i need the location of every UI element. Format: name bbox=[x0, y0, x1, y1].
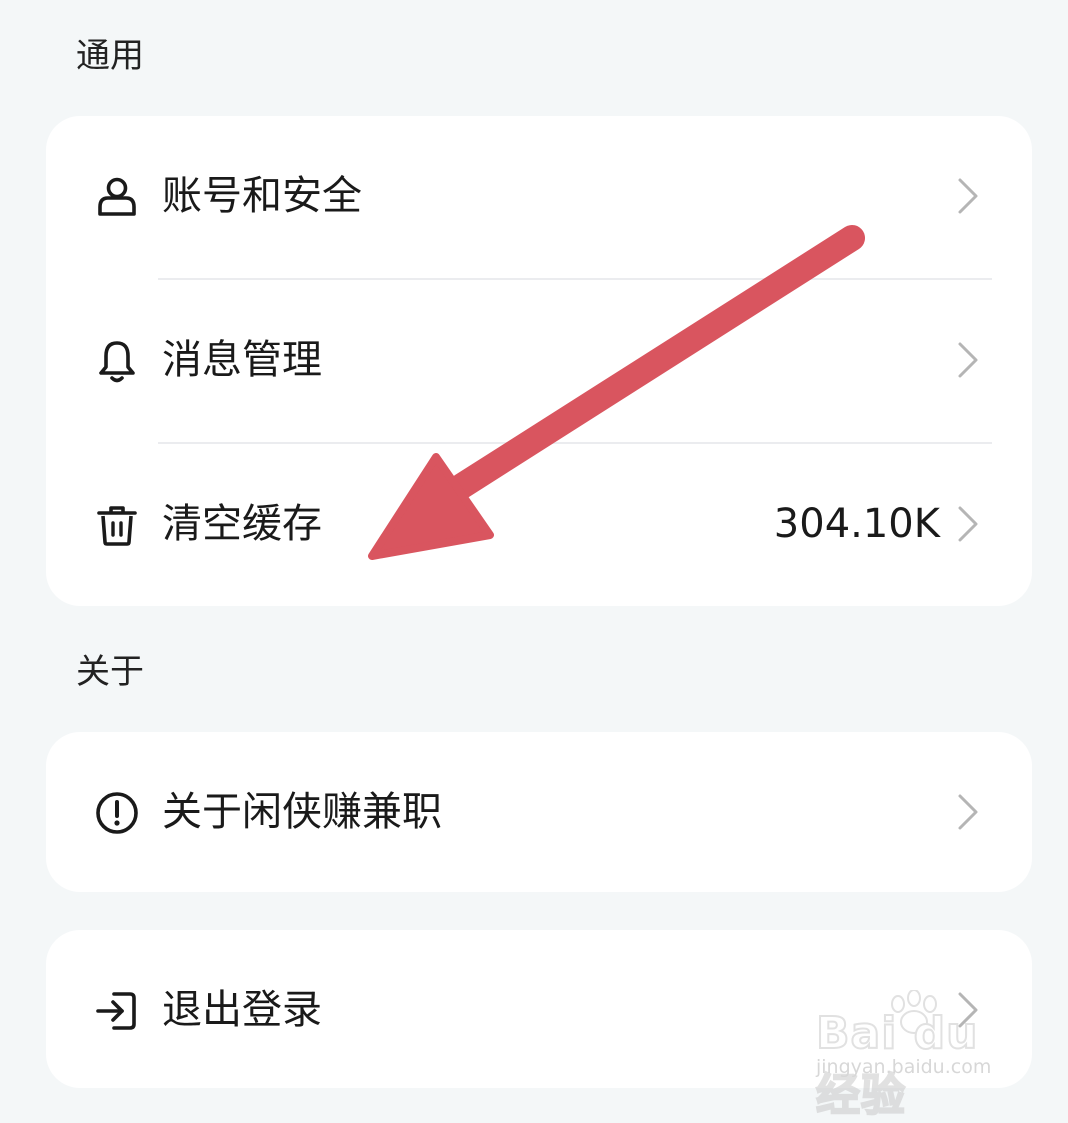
message-management-row[interactable]: 消息管理 bbox=[46, 300, 1032, 420]
info-circle-icon bbox=[94, 790, 140, 836]
user-icon bbox=[94, 174, 140, 220]
clear-cache-row[interactable]: 清空缓存 304.10K bbox=[46, 464, 1032, 584]
section-title-about: 关于 bbox=[76, 652, 144, 692]
trash-icon bbox=[94, 502, 140, 548]
section-title-general: 通用 bbox=[76, 36, 144, 76]
account-security-label: 账号和安全 bbox=[162, 173, 362, 219]
account-security-row[interactable]: 账号和安全 bbox=[46, 136, 1032, 256]
divider bbox=[158, 442, 992, 444]
watermark-url: jingyan.baidu.com bbox=[816, 1056, 992, 1078]
chevron-right-icon bbox=[956, 340, 980, 380]
logout-label: 退出登录 bbox=[162, 987, 322, 1033]
chevron-right-icon bbox=[956, 176, 980, 216]
chevron-right-icon bbox=[956, 792, 980, 832]
message-management-label: 消息管理 bbox=[162, 337, 322, 383]
about-app-row[interactable]: 关于闲侠赚兼职 bbox=[46, 752, 1032, 872]
clear-cache-label: 清空缓存 bbox=[162, 501, 322, 547]
bell-icon bbox=[94, 338, 140, 384]
about-app-label: 关于闲侠赚兼职 bbox=[162, 789, 442, 835]
logout-icon bbox=[94, 988, 140, 1034]
cache-size-value: 304.10K bbox=[773, 501, 940, 547]
about-card: 关于闲侠赚兼职 bbox=[46, 732, 1032, 892]
chevron-right-icon bbox=[956, 504, 980, 544]
divider bbox=[158, 278, 992, 280]
general-settings-card: 账号和安全 消息管理 清空缓存 304.10K bbox=[46, 116, 1032, 606]
baidu-jingyan-watermark: Bai du 经验 jingyan.baidu.com bbox=[815, 990, 1016, 1122]
